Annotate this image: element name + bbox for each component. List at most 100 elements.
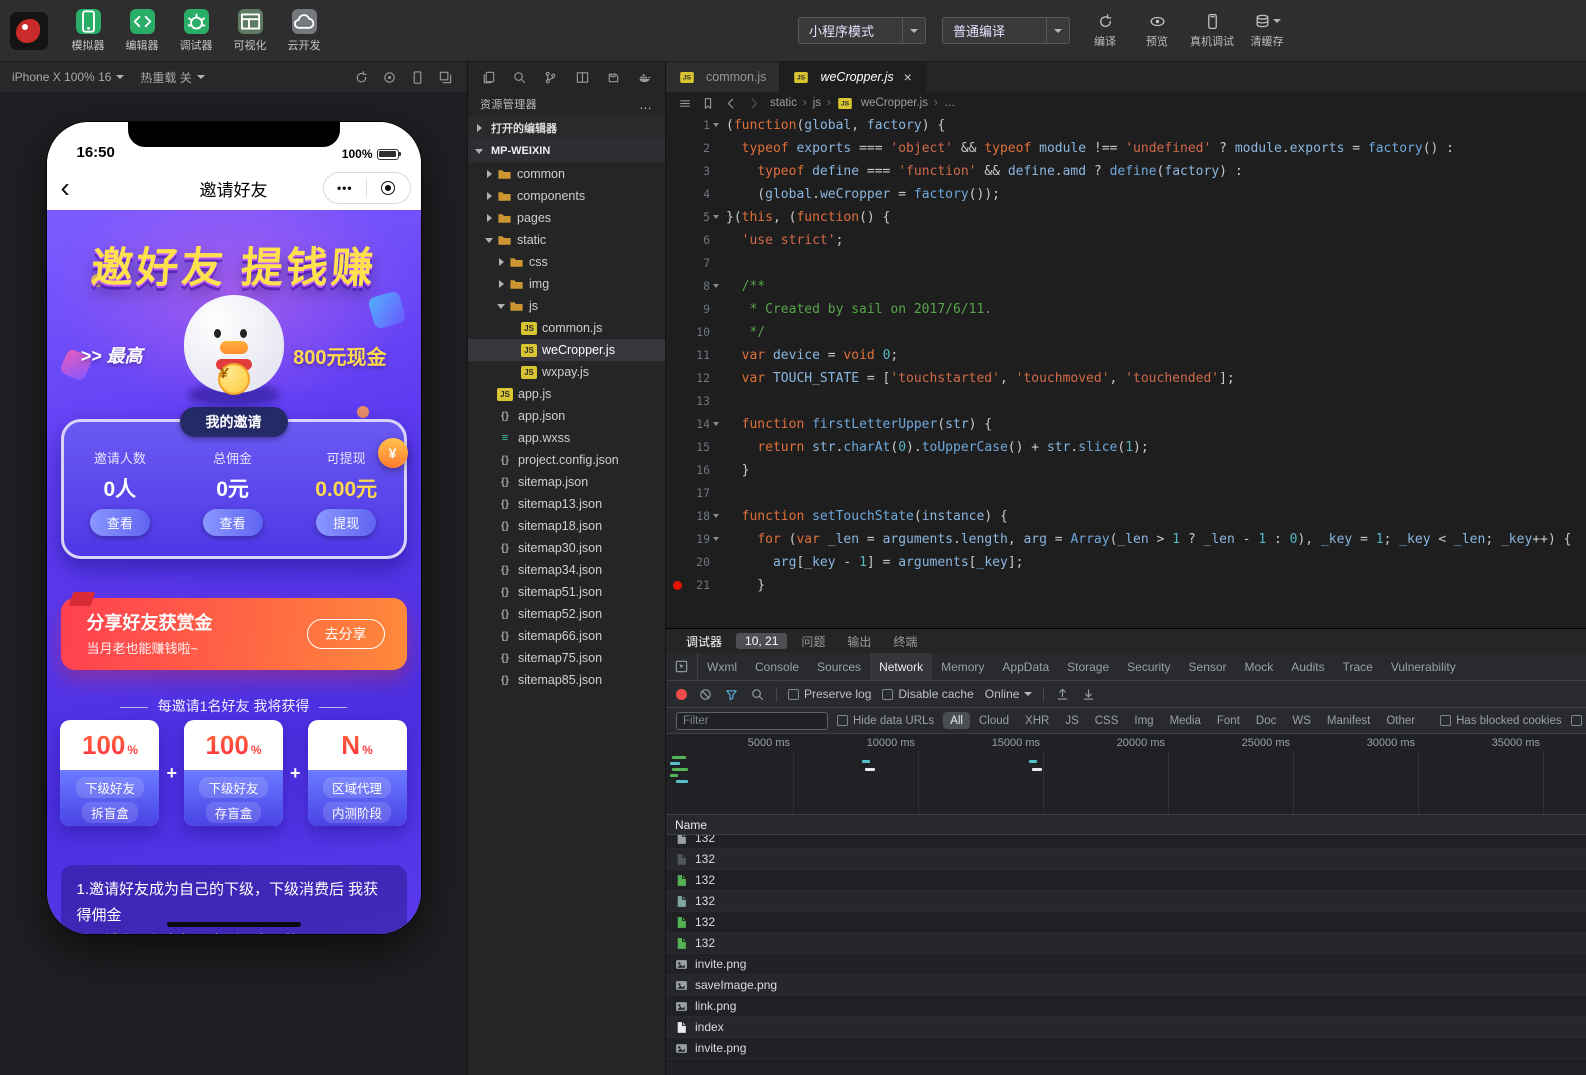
- toolbar-simulator-button[interactable]: 模拟器: [64, 9, 112, 53]
- breakpoint[interactable]: [673, 581, 682, 590]
- gutter[interactable]: 4: [666, 183, 726, 206]
- close-tab-icon[interactable]: ×: [904, 70, 912, 84]
- tree-item-sitemap.json[interactable]: {}sitemap.json: [468, 471, 665, 493]
- panel-tab[interactable]: 输出: [837, 631, 881, 652]
- search-icon[interactable]: [511, 69, 527, 85]
- throttling-select[interactable]: Online: [985, 687, 1033, 701]
- menu-icon[interactable]: [678, 96, 692, 110]
- type-filter-xhr[interactable]: XHR: [1018, 712, 1056, 729]
- gutter[interactable]: 21: [666, 574, 726, 597]
- stat-action-button[interactable]: 提现: [316, 509, 376, 536]
- code-editor[interactable]: 1 (function(global, factory) { 2 typeof …: [666, 114, 1586, 628]
- breadcrumb-item[interactable]: static: [770, 97, 797, 109]
- fold-icon[interactable]: [710, 574, 723, 597]
- fold-icon[interactable]: [710, 114, 723, 137]
- tree-item-js[interactable]: js: [468, 295, 665, 317]
- gutter[interactable]: 3: [666, 160, 726, 183]
- action-preview-button[interactable]: 预览: [1138, 12, 1176, 49]
- type-filter-cloud[interactable]: Cloud: [972, 712, 1016, 729]
- back-button[interactable]: ‹: [47, 170, 84, 206]
- record-network-button[interactable]: [676, 689, 687, 700]
- fold-icon[interactable]: [710, 482, 723, 505]
- search-icon[interactable]: [750, 687, 765, 702]
- fold-icon[interactable]: [710, 436, 723, 459]
- network-table-header[interactable]: Name: [666, 815, 1586, 835]
- network-request-row[interactable]: 132: [666, 933, 1586, 954]
- fold-icon[interactable]: [710, 252, 723, 275]
- gutter[interactable]: 9: [666, 298, 726, 321]
- files-icon[interactable]: [480, 69, 496, 85]
- type-filter-other[interactable]: Other: [1379, 712, 1422, 729]
- tree-item-sitemap51.json[interactable]: {}sitemap51.json: [468, 581, 665, 603]
- hot-reload-toggle[interactable]: 热重载 关: [140, 69, 204, 86]
- tree-item-components[interactable]: components: [468, 185, 665, 207]
- tree-item-sitemap18.json[interactable]: {}sitemap18.json: [468, 515, 665, 537]
- forward-arrow-icon[interactable]: [747, 96, 761, 110]
- editor-tab-common.js[interactable]: JS common.js: [666, 62, 780, 92]
- gutter[interactable]: 6: [666, 229, 726, 252]
- breadcrumb-item[interactable]: …: [944, 97, 956, 109]
- network-request-row[interactable]: 132: [666, 835, 1586, 849]
- gutter[interactable]: 19: [666, 528, 726, 551]
- type-filter-font[interactable]: Font: [1210, 712, 1247, 729]
- fold-icon[interactable]: [710, 459, 723, 482]
- panel-tab[interactable]: 问题: [791, 631, 835, 652]
- gutter[interactable]: 14: [666, 413, 726, 436]
- more-button[interactable]: •••: [324, 181, 367, 195]
- tree-item-sitemap66.json[interactable]: {}sitemap66.json: [468, 625, 665, 647]
- action-clearcache-button[interactable]: 清缓存: [1248, 12, 1286, 49]
- record-icon[interactable]: [381, 69, 397, 85]
- blocked-cookies-checkbox[interactable]: Has blocked cookies: [1440, 715, 1561, 727]
- devtools-tab-security[interactable]: Security: [1118, 653, 1179, 680]
- devtools-tab-storage[interactable]: Storage: [1058, 653, 1118, 680]
- compile-mode-select[interactable]: 普通编译: [942, 17, 1070, 44]
- mode-select[interactable]: 小程序模式: [798, 17, 926, 44]
- devtools-tab-network[interactable]: Network: [870, 653, 932, 680]
- gutter[interactable]: 15: [666, 436, 726, 459]
- devtools-tab-mock[interactable]: Mock: [1236, 653, 1283, 680]
- gutter[interactable]: 18: [666, 505, 726, 528]
- fold-icon[interactable]: [710, 229, 723, 252]
- toolbar-visual-button[interactable]: 可视化: [226, 9, 274, 53]
- gutter[interactable]: 10: [666, 321, 726, 344]
- tree-item-pages[interactable]: pages: [468, 207, 665, 229]
- fold-icon[interactable]: [710, 206, 723, 229]
- saveall-icon[interactable]: [606, 69, 622, 85]
- network-request-row[interactable]: saveImage.png: [666, 975, 1586, 996]
- gutter[interactable]: 20: [666, 551, 726, 574]
- stat-action-button[interactable]: 查看: [90, 509, 150, 536]
- tree-item-app.json[interactable]: {}app.json: [468, 405, 665, 427]
- tree-item-app.wxss[interactable]: ≡app.wxss: [468, 427, 665, 449]
- network-timeline[interactable]: 5000 ms 10000 ms 15000 ms 20000 ms 25000…: [666, 734, 1586, 815]
- toolbar-debugger-button[interactable]: 调试器: [172, 9, 220, 53]
- fold-icon[interactable]: [710, 528, 723, 551]
- import-har-icon[interactable]: [1055, 687, 1070, 702]
- fold-icon[interactable]: [710, 275, 723, 298]
- editor-tab-weCropper.js[interactable]: JS weCropper.js ×: [780, 62, 925, 92]
- device-icon[interactable]: [409, 69, 425, 85]
- gutter[interactable]: 11: [666, 344, 726, 367]
- gutter[interactable]: 1: [666, 114, 726, 137]
- type-filter-doc[interactable]: Doc: [1249, 712, 1283, 729]
- tree-item-wxpay.js[interactable]: JSwxpay.js: [468, 361, 665, 383]
- network-request-row[interactable]: link.png: [666, 996, 1586, 1017]
- devtools-tab-sources[interactable]: Sources: [808, 653, 870, 680]
- panel-tab[interactable]: 终端: [883, 631, 927, 652]
- devtools-tab-wxml[interactable]: Wxml: [698, 653, 746, 680]
- tree-item-common.js[interactable]: JScommon.js: [468, 317, 665, 339]
- gutter[interactable]: 2: [666, 137, 726, 160]
- type-filter-js[interactable]: JS: [1058, 712, 1085, 729]
- panel-tab[interactable]: 调试器: [676, 631, 732, 652]
- export-har-icon[interactable]: [1081, 687, 1096, 702]
- fold-icon[interactable]: [710, 413, 723, 436]
- more-actions-icon[interactable]: …: [639, 97, 653, 112]
- network-request-row[interactable]: 132: [666, 891, 1586, 912]
- network-request-row[interactable]: invite.png: [666, 1038, 1586, 1059]
- fold-icon[interactable]: [710, 344, 723, 367]
- rotate-icon[interactable]: [353, 69, 369, 85]
- panel-tab[interactable]: 10, 21: [736, 633, 787, 649]
- back-arrow-icon[interactable]: [724, 96, 738, 110]
- blocked-requests-checkbox[interactable]: Blocked R: [1571, 715, 1586, 727]
- docker-icon[interactable]: [637, 69, 653, 85]
- open-editors-section[interactable]: 打开的编辑器: [468, 116, 665, 139]
